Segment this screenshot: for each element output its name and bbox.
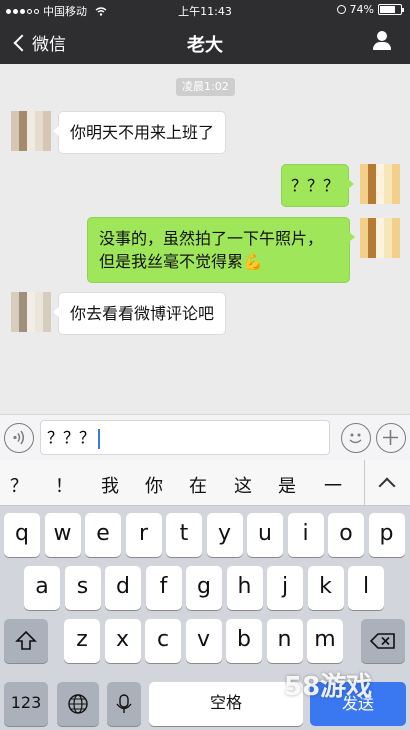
plus-icon bbox=[383, 430, 398, 445]
suggestion-bar: ？ ！ 我 你 在 这 是 一 bbox=[0, 460, 410, 506]
key-f[interactable]: f bbox=[145, 566, 182, 610]
input-bar: ？？？ bbox=[0, 414, 410, 460]
message-bubble[interactable]: 你去看看微博评论吧 bbox=[52, 292, 227, 335]
message-bubble[interactable]: 你明天不用来上班了 bbox=[52, 111, 227, 154]
key-l[interactable]: l bbox=[348, 566, 384, 610]
status-bar: 中国移动 上午11:43 74% bbox=[0, 0, 410, 20]
nav-bar: 微信 老大 bbox=[0, 20, 410, 64]
suggestion-item[interactable]: 是 bbox=[278, 472, 296, 498]
microphone-icon bbox=[116, 694, 132, 713]
shift-key[interactable] bbox=[4, 619, 48, 663]
message-input-value: ？？？ bbox=[47, 428, 96, 447]
key-i[interactable]: i bbox=[287, 513, 324, 557]
numbers-key[interactable]: 123 bbox=[4, 682, 48, 726]
avatar-self[interactable] bbox=[360, 164, 400, 204]
key-u[interactable]: u bbox=[247, 513, 283, 557]
more-button[interactable] bbox=[376, 423, 406, 453]
suggestion-item[interactable]: 你 bbox=[145, 472, 163, 498]
avatar-contact[interactable] bbox=[11, 111, 51, 151]
timestamp: 凌晨1:02 bbox=[176, 78, 235, 96]
battery-percent: 74% bbox=[349, 3, 374, 16]
key-s[interactable]: s bbox=[64, 566, 101, 610]
chevron-up-icon[interactable] bbox=[364, 460, 410, 506]
key-p[interactable]: p bbox=[368, 513, 405, 557]
shift-icon bbox=[15, 630, 37, 650]
dictation-key[interactable] bbox=[107, 682, 141, 726]
battery-icon bbox=[378, 4, 404, 15]
key-c[interactable]: c bbox=[145, 619, 181, 663]
key-z[interactable]: z bbox=[64, 619, 100, 663]
key-h[interactable]: h bbox=[226, 566, 263, 610]
key-r[interactable]: r bbox=[125, 513, 162, 557]
rotation-lock-icon bbox=[336, 5, 346, 14]
text-caret bbox=[98, 428, 101, 449]
key-j[interactable]: j bbox=[267, 566, 303, 610]
key-q[interactable]: q bbox=[4, 513, 40, 557]
suggestion-item[interactable]: 我 bbox=[101, 472, 119, 498]
top-bar: 中国移动 上午11:43 74% 微信 老大 bbox=[0, 0, 410, 64]
suggestion-item[interactable]: 这 bbox=[234, 472, 252, 498]
voice-button[interactable] bbox=[4, 423, 34, 453]
key-x[interactable]: x bbox=[104, 619, 141, 663]
key-d[interactable]: d bbox=[105, 566, 141, 610]
suggestion-item[interactable]: 在 bbox=[189, 472, 207, 498]
key-w[interactable]: w bbox=[44, 513, 81, 557]
emoji-icon bbox=[349, 433, 362, 444]
message-bubble[interactable]: ？？？ bbox=[281, 164, 355, 207]
chat-title: 老大 bbox=[187, 35, 223, 56]
message-input[interactable]: ？？？ bbox=[40, 420, 330, 455]
suggestion-item[interactable]: ？ bbox=[10, 472, 28, 498]
globe-icon bbox=[68, 694, 88, 714]
avatar-contact[interactable] bbox=[11, 292, 51, 332]
key-g[interactable]: g bbox=[186, 566, 222, 610]
key-o[interactable]: o bbox=[328, 513, 364, 557]
delete-key[interactable] bbox=[361, 619, 405, 663]
message-bubble[interactable]: 没事的，虽然拍了一下午照片，但是我丝毫不觉得累💪 bbox=[87, 217, 355, 283]
suggestion-item[interactable]: 一 bbox=[324, 472, 342, 498]
watermark-logo: 58游戏 bbox=[284, 672, 373, 702]
chat-area[interactable]: 凌晨1:02 你明天不用来上班了 ？？？ 没事的，虽然拍了一下午照片，但是我丝毫… bbox=[0, 64, 410, 414]
key-b[interactable]: b bbox=[226, 619, 262, 663]
backspace-icon bbox=[369, 633, 395, 649]
emoji-button[interactable] bbox=[341, 423, 371, 453]
key-n[interactable]: n bbox=[266, 619, 303, 663]
key-t[interactable]: t bbox=[166, 513, 202, 557]
contact-info-icon[interactable] bbox=[372, 31, 392, 51]
suggestion-item[interactable]: ！ bbox=[55, 472, 73, 498]
key-k[interactable]: k bbox=[307, 566, 344, 610]
key-a[interactable]: a bbox=[24, 566, 60, 610]
globe-key[interactable] bbox=[57, 682, 99, 726]
key-v[interactable]: v bbox=[185, 619, 222, 663]
avatar-self[interactable] bbox=[360, 218, 400, 258]
key-m[interactable]: m bbox=[307, 619, 343, 663]
key-e[interactable]: e bbox=[85, 513, 121, 557]
voice-icon bbox=[13, 430, 24, 445]
key-y[interactable]: y bbox=[206, 513, 243, 557]
space-key[interactable]: 空格 bbox=[149, 682, 303, 726]
